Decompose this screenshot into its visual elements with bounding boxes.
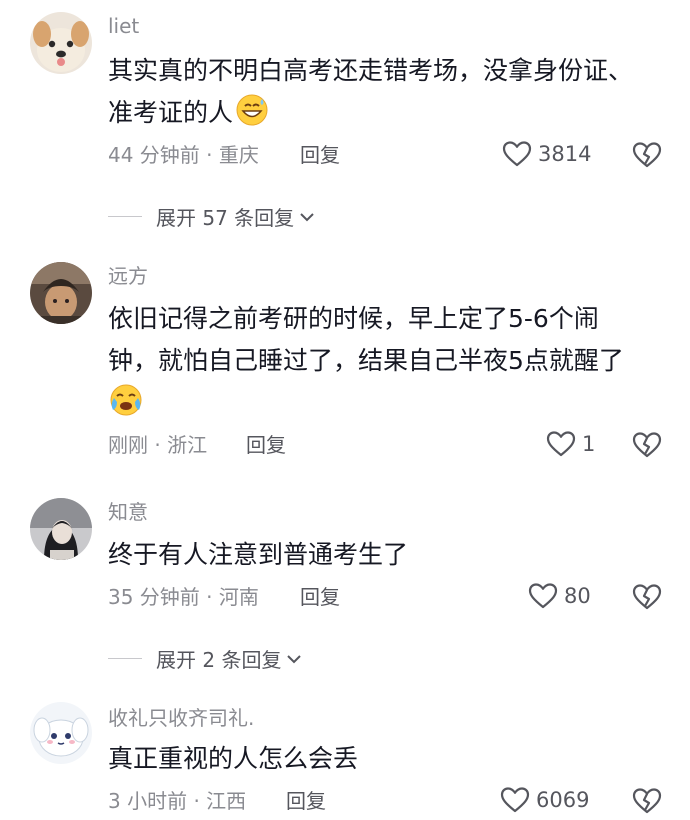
expand-replies-label: 展开 57 条回复: [156, 206, 295, 230]
avatar[interactable]: [30, 262, 92, 324]
comment-time-location: 3 小时前 · 江西: [108, 789, 247, 813]
comment-text: 其实真的不明白高考还走错考场，没拿身份证、准考证的人: [108, 56, 634, 127]
comment-time-location: 刚刚 · 浙江: [108, 433, 208, 457]
broken-heart-icon: [632, 431, 662, 459]
dislike-button[interactable]: [632, 141, 662, 169]
expand-replies-label: 展开 2 条回复: [156, 648, 282, 672]
comment-content: 依旧记得之前考研的时候，早上定了5-6个闹钟，就怕自己睡过了，结果自己半夜5点就…: [108, 298, 648, 431]
broken-heart-icon: [632, 141, 662, 169]
grinning-sweat-emoji-icon: [235, 93, 269, 140]
avatar[interactable]: [30, 12, 92, 74]
divider: [108, 658, 142, 659]
chevron-down-icon: [298, 205, 316, 229]
comment-username[interactable]: liet: [108, 14, 139, 38]
heart-outline-icon: [502, 140, 532, 168]
dislike-button[interactable]: [632, 431, 662, 459]
comment-time-location: 44 分钟前 · 重庆: [108, 143, 259, 167]
avatar[interactable]: [30, 498, 92, 560]
reply-button[interactable]: 回复: [300, 584, 340, 610]
comment-text: 真正重视的人怎么会丢: [108, 744, 359, 773]
comment-username[interactable]: 远方: [108, 264, 148, 288]
like-button[interactable]: 1: [546, 430, 595, 458]
dislike-button[interactable]: [632, 787, 662, 815]
reply-button[interactable]: 回复: [286, 788, 326, 814]
like-count: 1: [582, 432, 596, 456]
dislike-button[interactable]: [632, 583, 662, 611]
broken-heart-icon: [632, 787, 662, 815]
like-button[interactable]: 3814: [502, 140, 591, 168]
like-button[interactable]: 80: [528, 582, 591, 610]
like-button[interactable]: 6069: [500, 786, 589, 814]
like-count: 80: [564, 584, 591, 608]
comment-username[interactable]: 收礼只收齐司礼.: [108, 706, 254, 730]
comment-time-location: 35 分钟前 · 河南: [108, 585, 259, 609]
reply-button[interactable]: 回复: [246, 432, 286, 458]
comment-username[interactable]: 知意: [108, 500, 148, 524]
avatar[interactable]: [30, 702, 92, 764]
divider: [108, 216, 142, 217]
comment-content: 真正重视的人怎么会丢: [108, 738, 648, 780]
comment-text: 终于有人注意到普通考生了: [108, 540, 409, 569]
heart-outline-icon: [546, 430, 576, 458]
heart-outline-icon: [528, 582, 558, 610]
heart-outline-icon: [500, 786, 530, 814]
comment-content: 终于有人注意到普通考生了: [108, 534, 648, 576]
like-count: 6069: [536, 788, 590, 812]
broken-heart-icon: [632, 583, 662, 611]
comment-content: 其实真的不明白高考还走错考场，没拿身份证、准考证的人: [108, 50, 648, 140]
chevron-down-icon: [285, 647, 303, 671]
reply-button[interactable]: 回复: [300, 142, 340, 168]
like-count: 3814: [538, 142, 592, 166]
expand-replies-button[interactable]: 展开 2 条回复: [108, 644, 303, 673]
expand-replies-button[interactable]: 展开 57 条回复: [108, 202, 316, 231]
crying-laughing-emoji-icon: [108, 382, 144, 431]
comment-text: 依旧记得之前考研的时候，早上定了5-6个闹钟，就怕自己睡过了，结果自己半夜5点就…: [108, 304, 624, 375]
